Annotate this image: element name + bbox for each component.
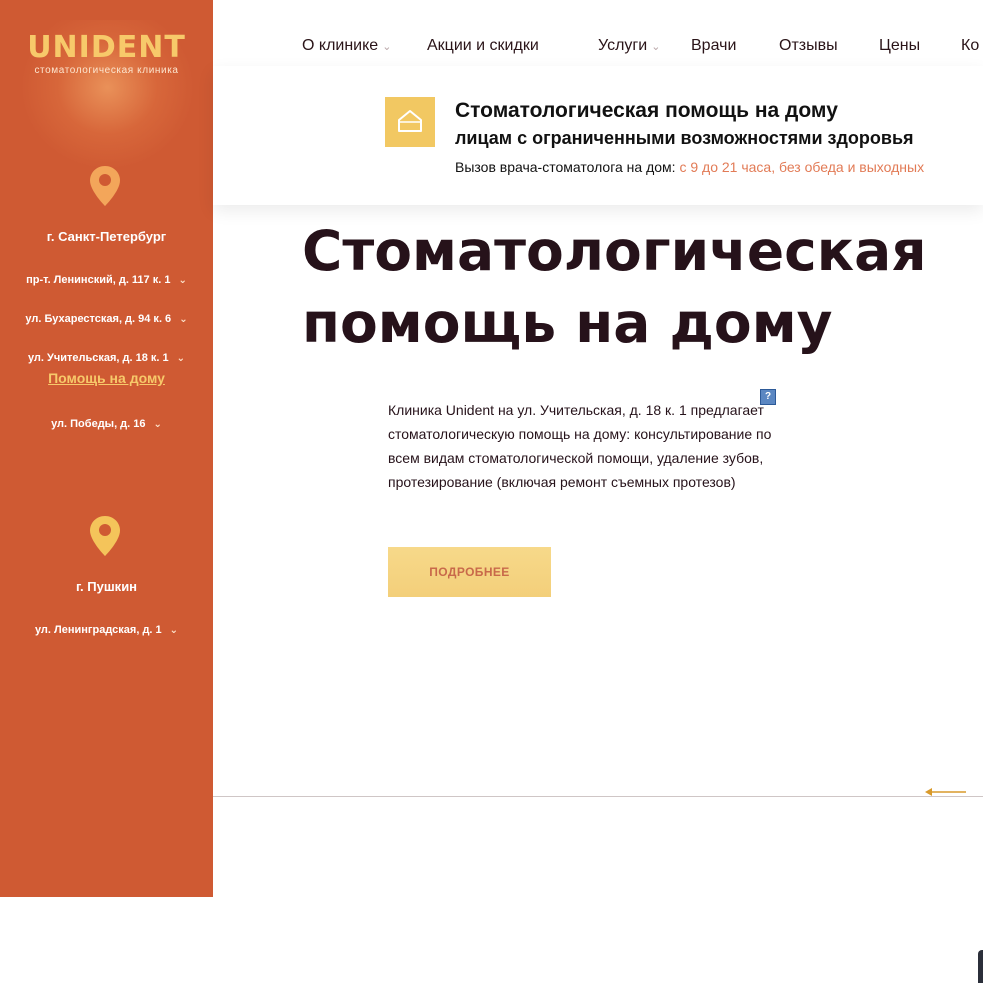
banner-hours-label: Вызов врача-стоматолога на дом: [455, 159, 680, 175]
page-title: Стоматологическая помощь на дому [302, 219, 927, 355]
nav-label: О клинике [302, 37, 379, 54]
logo-subtitle: стоматологическая клиника [34, 65, 179, 76]
city-spb: г. Санкт-Петербург [46, 229, 167, 244]
nav-item-promotions[interactable]: Акции и скидки [427, 37, 539, 55]
nav-item-contacts[interactable]: Ко [961, 37, 979, 55]
chevron-down-icon: ⌄ [382, 41, 392, 53]
city-pushkin: г. Пушкин [75, 579, 138, 594]
top-nav: О клинике ⌄ Акции и скидки Услуги ⌄ Врачи … [213, 0, 983, 66]
chevron-down-icon: ⌄ [178, 275, 187, 286]
divider [213, 796, 983, 797]
nav-item-prices[interactable]: Цены [879, 37, 920, 55]
banner-hours-value: с 9 до 21 часа, без обеда и выходных [679, 159, 925, 175]
logo[interactable]: UNIDENT [0, 30, 213, 65]
sidebar: UNIDENT стоматологическая клиника г. Сан… [0, 0, 213, 897]
nav-item-reviews[interactable]: Отзывы [779, 37, 838, 55]
nav-item-about[interactable]: О клинике ⌄ [302, 37, 391, 55]
address-label: пр-т. Ленинский, д. 117 к. 1 [26, 274, 171, 286]
banner-subtitle: лицам с ограниченными возможностями здор… [455, 128, 914, 148]
banner-title: Стоматологическая помощь на дому [455, 99, 838, 122]
chevron-down-icon: ⌄ [153, 419, 162, 430]
address-label: ул. Ленинградская, д. 1 [34, 624, 162, 636]
address-item[interactable]: ул. Бухарестская, д. 94 к. 6 ⌄ [0, 313, 213, 325]
widget-edge[interactable] [978, 950, 983, 983]
nav-label: Услуги [598, 37, 648, 54]
chevron-down-icon: ⌄ [651, 41, 661, 53]
address-label: ул. Учительская, д. 18 к. 1 [27, 352, 169, 364]
nav-item-doctors[interactable]: Врачи [691, 37, 736, 55]
arrow-left-icon[interactable] [924, 786, 966, 798]
address-item[interactable]: пр-т. Ленинский, д. 117 к. 1 ⌄ [0, 274, 213, 286]
map-pin-icon [90, 166, 120, 206]
more-button[interactable]: ПОДРОБНЕЕ [388, 547, 551, 597]
house-icon [398, 110, 422, 132]
chevron-down-icon: ⌄ [169, 625, 179, 636]
address-label: ул. Победы, д. 16 [51, 418, 146, 430]
nav-item-services[interactable]: Услуги ⌄ [598, 37, 660, 55]
address-label: ул. Бухарестская, д. 94 к. 6 [25, 313, 172, 325]
address-item[interactable]: ул. Победы, д. 16 ⌄ [0, 418, 213, 430]
address-item[interactable]: ул. Учительская, д. 18 к. 1 ⌄ [0, 352, 213, 364]
chevron-down-icon: ⌄ [179, 314, 188, 325]
chevron-down-icon: ⌄ [176, 353, 186, 364]
banner-hours: Вызов врача-стоматолога на дом: с 9 до 2… [455, 159, 924, 175]
home-help-link[interactable]: Помощь на дому [0, 370, 213, 386]
home-help-banner[interactable]: Стоматологическая помощь на дому лицам с… [213, 66, 983, 205]
service-description: Клиника Unident на ул. Учительская, д. 1… [388, 402, 772, 490]
house-icon-box [385, 97, 435, 147]
map-pin-icon [90, 516, 120, 556]
address-item[interactable]: ул. Ленинградская, д. 1 ⌄ [0, 624, 213, 636]
